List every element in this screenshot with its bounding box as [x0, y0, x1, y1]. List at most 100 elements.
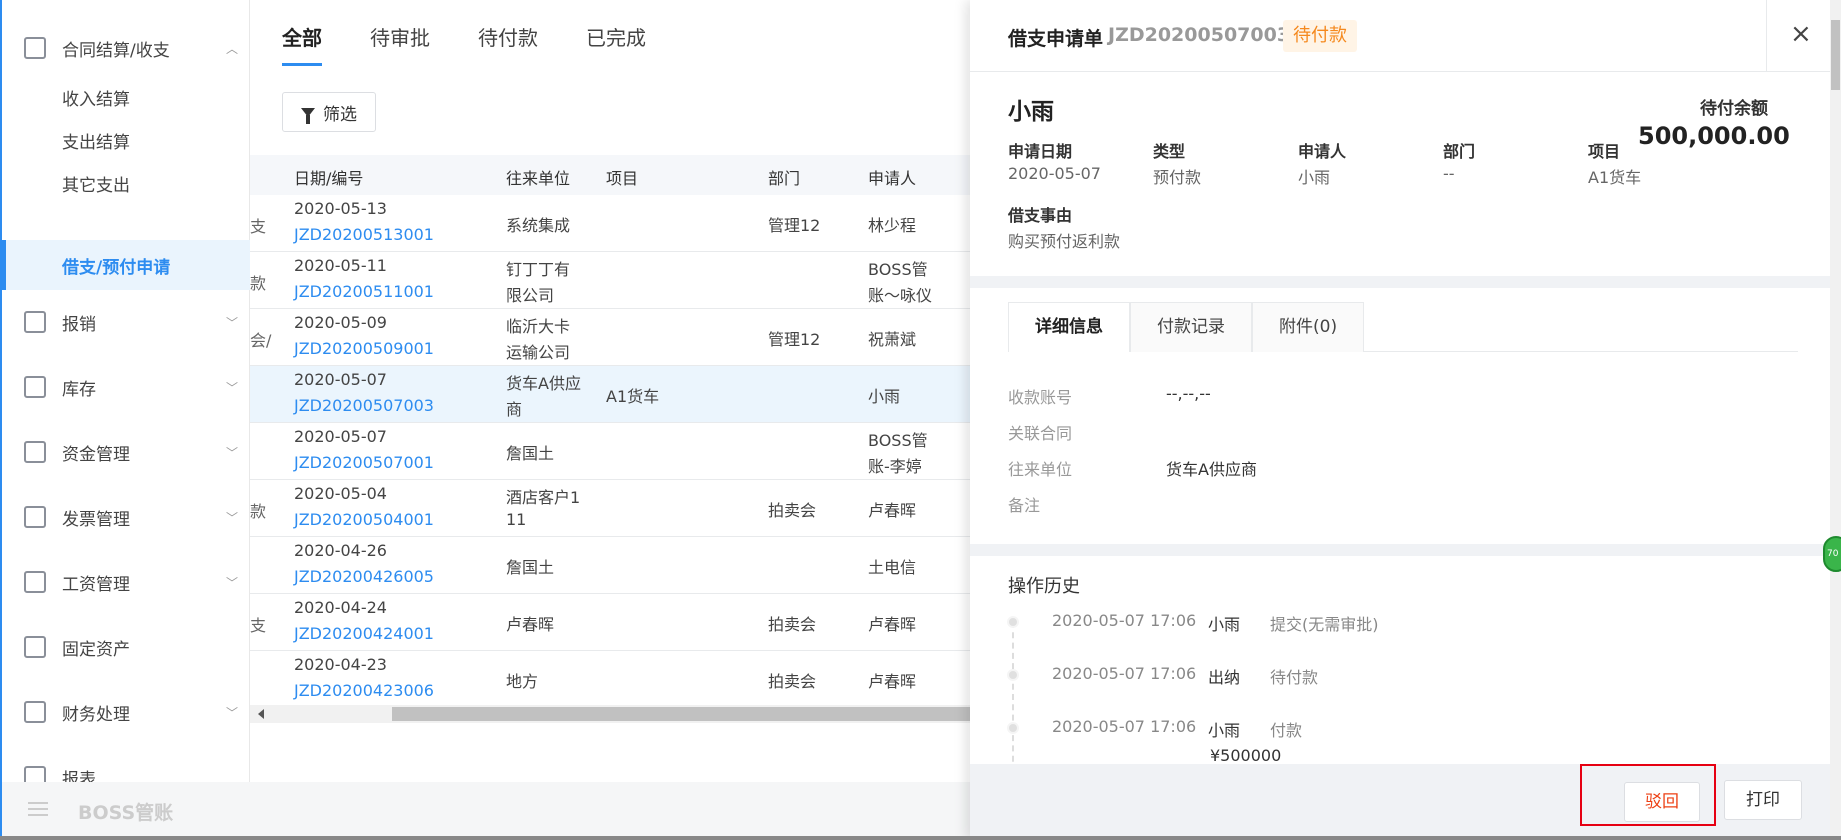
- drawer-header: 借支申请单 JZD20200507003 待付款 ×: [970, 0, 1830, 72]
- chevron-down-icon: ﹀: [226, 445, 239, 460]
- history-actor: 小雨: [1208, 721, 1241, 740]
- status-tabs: 全部 待审批 待付款 已完成: [282, 22, 694, 66]
- field-label: 申请人: [1298, 142, 1347, 161]
- invoice-icon: [24, 506, 46, 528]
- horizontal-scrollbar[interactable]: [250, 705, 970, 723]
- col-unit: 往来单位: [506, 169, 571, 188]
- record-code-link[interactable]: JZD20200513001: [294, 225, 434, 244]
- table-row[interactable]: 2020-05-07 JZD20200507001 詹国土 BOSS管 账-李婷: [250, 423, 970, 480]
- chevron-down-icon: ﹀: [226, 510, 239, 525]
- tab-detail-info[interactable]: 详细信息: [1008, 302, 1130, 352]
- menu-invoice-management[interactable]: 发票管理 ﹀: [2, 495, 250, 539]
- timeline-line: [1012, 622, 1014, 764]
- detail-label: 收款账号: [1008, 388, 1073, 407]
- col-dept: 部门: [768, 169, 801, 188]
- menu-finance-processing[interactable]: 财务处理 ﹀: [2, 690, 250, 734]
- scroll-thumb[interactable]: [392, 707, 970, 721]
- table-row-selected[interactable]: 2020-05-07 JZD20200507003 货车A供应 商 A1货车 小…: [250, 366, 970, 423]
- list-footer: [250, 782, 970, 840]
- history-title: 操作历史: [1008, 576, 1080, 597]
- field-value: --: [1443, 164, 1455, 183]
- field-label: 项目: [1588, 142, 1621, 161]
- submenu-loan-prepay[interactable]: 借支/预付申请: [2, 240, 250, 290]
- history-action: 提交(无需审批): [1270, 615, 1379, 634]
- finance-icon: [24, 701, 46, 723]
- col-applicant: 申请人: [868, 169, 917, 188]
- record-code-link[interactable]: JZD20200426005: [294, 567, 434, 586]
- record-code-link[interactable]: JZD20200504001: [294, 510, 434, 529]
- history-time: 2020-05-07 17:06: [1052, 664, 1197, 683]
- field-value: A1货车: [1588, 168, 1642, 187]
- field-value: 小雨: [1298, 168, 1331, 187]
- record-code-link[interactable]: JZD20200507001: [294, 453, 434, 472]
- detail-label: 备注: [1008, 496, 1041, 515]
- reason-value: 购买预付返利款: [1008, 232, 1121, 251]
- applicant-name: 小雨: [1008, 99, 1054, 125]
- history-actor: 出纳: [1208, 668, 1241, 687]
- field-label: 部门: [1443, 142, 1476, 161]
- menu-reimbursement[interactable]: 报销 ﹀: [2, 300, 250, 344]
- scroll-thumb[interactable]: [1831, 20, 1840, 90]
- record-code-link[interactable]: JZD20200424001: [294, 624, 434, 643]
- floating-widget[interactable]: 70: [1823, 536, 1841, 572]
- vertical-scrollbar[interactable]: [1830, 0, 1841, 840]
- scroll-left-icon[interactable]: [258, 709, 264, 719]
- sidebar-footer: BOSS管账: [2, 782, 250, 838]
- field-label: 申请日期: [1008, 142, 1073, 161]
- history-amount: ¥500000: [1210, 746, 1282, 764]
- col-project: 项目: [606, 169, 639, 188]
- drawer-footer: 驳回 打印: [970, 764, 1830, 840]
- timeline-dot: [1007, 616, 1019, 628]
- summary-card: 小雨 待付余额 500,000.00 申请日期 2020-05-07 类型 预付…: [970, 72, 1830, 276]
- taskbar-edge: [0, 836, 1841, 840]
- record-code-link[interactable]: JZD20200423006: [294, 681, 434, 700]
- table-row[interactable]: 款 2020-05-04 JZD20200504001 酒店客户1 11 拍卖会…: [250, 480, 970, 537]
- menu-payroll[interactable]: 工资管理 ﹀: [2, 560, 250, 604]
- detail-label: 往来单位: [1008, 460, 1073, 479]
- tab-pending-approval[interactable]: 待审批: [370, 22, 430, 66]
- record-code-link[interactable]: JZD20200507003: [294, 396, 434, 415]
- due-label: 待付余额: [1700, 99, 1768, 119]
- tab-pending-payment[interactable]: 待付款: [478, 22, 538, 66]
- chevron-up-icon: ︿: [226, 41, 239, 56]
- print-button[interactable]: 打印: [1724, 780, 1802, 820]
- menu-fund-management[interactable]: 资金管理 ﹀: [2, 430, 250, 474]
- menu-fixed-assets[interactable]: 固定资产: [2, 625, 250, 669]
- tab-attachments[interactable]: 附件(0): [1252, 302, 1365, 352]
- menu-inventory[interactable]: 库存 ﹀: [2, 365, 250, 409]
- table-row[interactable]: 2020-04-26 JZD20200426005 詹国土 土电信: [250, 537, 970, 594]
- tab-payment-records[interactable]: 付款记录: [1130, 302, 1252, 352]
- table-header: 日期/编号 往来单位 项目 部门 申请人: [250, 155, 970, 195]
- record-code-link[interactable]: JZD20200511001: [294, 282, 434, 301]
- history-actor: 小雨: [1208, 615, 1241, 634]
- table-row[interactable]: 会/ 2020-05-09 JZD20200509001 临沂大卡 运输公司 管…: [250, 309, 970, 366]
- chevron-down-icon: ﹀: [226, 575, 239, 590]
- col-date-code: 日期/编号: [294, 169, 364, 188]
- tab-all[interactable]: 全部: [282, 22, 322, 66]
- app-brand: BOSS管账: [78, 802, 174, 824]
- menu-label: 合同结算/收支: [62, 40, 170, 61]
- detail-label: 关联合同: [1008, 424, 1073, 443]
- due-amount: 500,000.00: [1638, 122, 1790, 150]
- detail-value: 货车A供应商: [1166, 460, 1257, 479]
- reject-button[interactable]: 驳回: [1624, 782, 1700, 822]
- chevron-down-icon: ﹀: [226, 380, 239, 395]
- assets-icon: [24, 636, 46, 658]
- timeline-dot: [1007, 669, 1019, 681]
- record-code-link[interactable]: JZD20200509001: [294, 339, 434, 358]
- collapse-menu-icon[interactable]: [28, 802, 48, 816]
- table-row[interactable]: 支 2020-05-13 JZD20200513001 系统集成 管理12 林少…: [250, 195, 970, 252]
- menu-contract-settlement[interactable]: 合同结算/收支 ︿: [2, 26, 250, 70]
- field-label: 类型: [1153, 142, 1186, 161]
- filter-button[interactable]: 筛选: [282, 92, 376, 132]
- tab-completed[interactable]: 已完成: [586, 22, 646, 66]
- close-icon[interactable]: ×: [1790, 20, 1812, 48]
- timeline-dot: [1007, 722, 1019, 734]
- detail-drawer: 借支申请单 JZD20200507003 待付款 × 小雨 待付余额 500,0…: [970, 0, 1830, 840]
- detail-value: --,--,--: [1166, 384, 1211, 403]
- submenu-other-expense[interactable]: 其它支出: [2, 158, 250, 208]
- history-action: 待付款: [1270, 668, 1319, 687]
- table-row[interactable]: 支 2020-04-24 JZD20200424001 卢春晖 拍卖会 卢春晖: [250, 594, 970, 651]
- table-row[interactable]: 款 2020-05-11 JZD20200511001 钉丁丁有 限公司 BOS…: [250, 252, 970, 309]
- table-row[interactable]: 2020-04-23 JZD20200423006 地方 拍卖会 卢春晖: [250, 651, 970, 708]
